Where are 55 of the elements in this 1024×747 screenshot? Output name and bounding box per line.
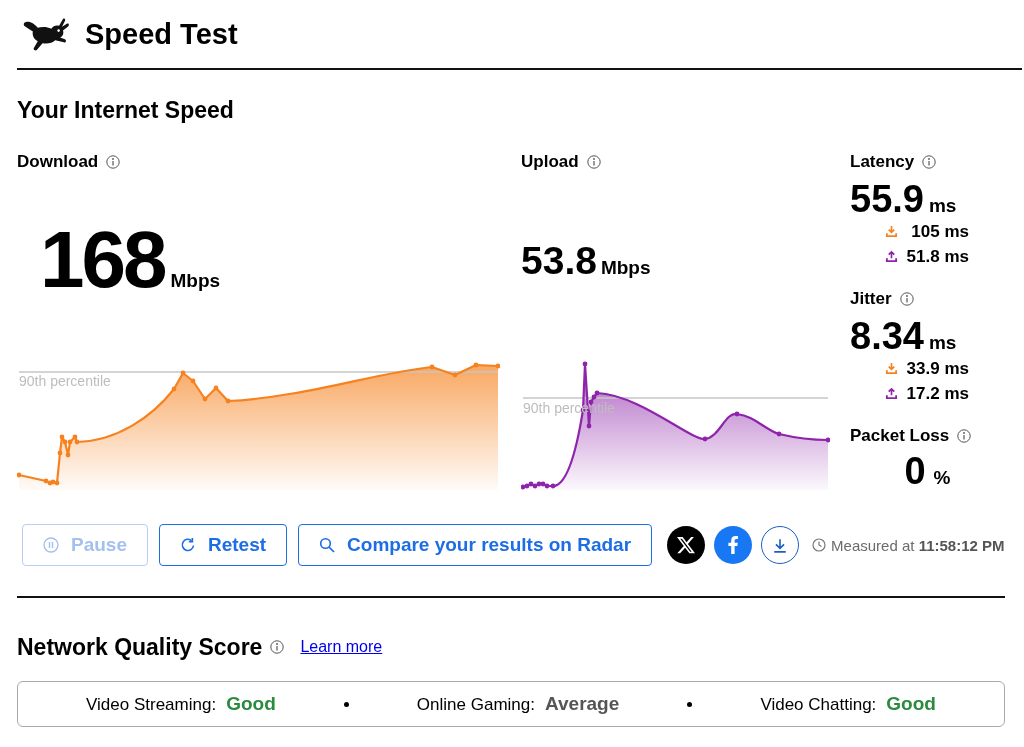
metric-label: Latency: [850, 152, 915, 172]
detail-value: 17.2 ms: [906, 383, 969, 404]
app-title: Speed Test: [85, 17, 238, 51]
upload-icon: [885, 250, 898, 263]
quality-label: Video Streaming:: [86, 695, 217, 715]
bullet-icon: [343, 701, 349, 707]
rabbit-icon: [22, 17, 69, 51]
retest-button[interactable]: Retest: [159, 524, 288, 566]
speed-value: 168: [40, 220, 165, 300]
bullet-icon: [687, 701, 693, 707]
search-icon: [319, 537, 336, 553]
metric-label: Jitter: [850, 289, 892, 309]
quality-rating: Good: [226, 693, 276, 715]
info-icon[interactable]: [106, 155, 121, 169]
share-button[interactable]: [667, 526, 706, 564]
detail-value: 33.9 ms: [906, 358, 969, 379]
metric-label: Upload: [521, 152, 579, 172]
percentile-label: 90th percentile: [19, 373, 111, 389]
stat-value: 55.9: [850, 180, 924, 218]
quality-label: Video Chatting:: [760, 695, 877, 715]
learn-more-link[interactable]: Learn more: [300, 638, 383, 656]
download-icon: [773, 537, 788, 553]
f-logo-icon: [728, 536, 739, 554]
detail-value: 105 ms: [911, 221, 969, 242]
stat-unit: %: [933, 468, 951, 488]
info-icon[interactable]: [270, 640, 285, 654]
pause-icon: [43, 537, 59, 553]
section-title: Your Internet Speed: [17, 96, 235, 124]
quality-rating: Good: [886, 693, 936, 715]
stat-unit: ms: [928, 333, 957, 353]
stat-value: 0: [904, 452, 926, 490]
stat-unit: ms: [928, 196, 957, 216]
speed-value: 53.8: [521, 241, 597, 280]
upload-icon: [885, 387, 898, 400]
metric-label: Packet Loss: [850, 426, 950, 446]
info-icon[interactable]: [899, 292, 914, 306]
speed-unit: Mbps: [170, 270, 221, 292]
refresh-icon: [180, 537, 196, 553]
clock-icon: [812, 538, 827, 552]
info-icon[interactable]: [957, 429, 972, 443]
metric-label: Download: [17, 152, 99, 172]
info-icon[interactable]: [586, 155, 601, 169]
detail-value: 51.8 ms: [906, 246, 969, 267]
compare-button[interactable]: Compare your results on Radar: [298, 524, 653, 566]
quality-label: Online Gaming:: [416, 695, 535, 715]
x-logo-icon: [676, 535, 697, 555]
download-icon: [885, 225, 898, 238]
download-icon: [885, 362, 898, 375]
download-button[interactable]: [761, 526, 800, 564]
speed-unit: Mbps: [600, 257, 651, 279]
quality-rating: Average: [545, 693, 620, 715]
stat-value: 8.34: [850, 317, 924, 355]
section-title: Network Quality Score: [17, 633, 263, 661]
info-icon[interactable]: [922, 155, 937, 169]
measured-time-text: Measured at 11:58:12 PM: [831, 536, 1005, 554]
